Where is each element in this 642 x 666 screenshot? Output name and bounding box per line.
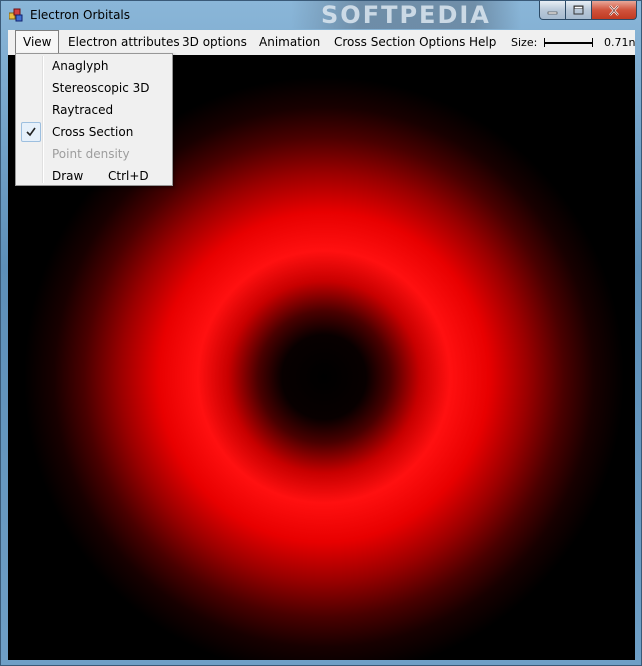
menu-animation[interactable]: Animation xyxy=(252,30,327,54)
maximize-button[interactable] xyxy=(566,1,592,20)
maximize-icon xyxy=(573,5,584,15)
scale-bar-tick-right xyxy=(592,38,593,47)
menu-item-point-density: Point density xyxy=(18,143,170,165)
menu-item-label: Raytraced xyxy=(52,103,114,117)
check-mark-box xyxy=(21,122,41,142)
size-label: Size: xyxy=(511,36,538,49)
menu-view[interactable]: View xyxy=(15,30,60,54)
menu-cross-section-options[interactable]: Cross Section Options xyxy=(327,30,472,54)
close-icon xyxy=(609,4,619,16)
scale-bar xyxy=(544,42,592,44)
app-window: Electron Orbitals SOFTPEDIA View Electro… xyxy=(0,0,642,666)
menu-electron-attributes[interactable]: Electron attributes xyxy=(61,30,187,54)
app-icon xyxy=(9,8,23,22)
menu-item-label: Cross Section xyxy=(52,125,134,139)
caption-buttons xyxy=(539,1,637,21)
menu-item-anaglyph[interactable]: Anaglyph xyxy=(18,55,170,77)
title-bar[interactable]: Electron Orbitals SOFTPEDIA xyxy=(1,1,641,29)
minimize-icon xyxy=(547,11,558,14)
menu-3d-options[interactable]: 3D options xyxy=(175,30,254,54)
menu-item-shortcut: Ctrl+D xyxy=(108,169,149,183)
menu-item-label: Anaglyph xyxy=(52,59,109,73)
menu-bar: View Electron attributes 3D options Anim… xyxy=(8,30,635,55)
menu-item-label: Draw xyxy=(52,169,84,183)
menu-item-cross-section[interactable]: Cross Section xyxy=(18,121,170,143)
menu-item-label: Point density xyxy=(52,147,130,161)
window-title: Electron Orbitals xyxy=(30,8,131,22)
minimize-button[interactable] xyxy=(539,1,566,20)
menu-item-stereoscopic-3d[interactable]: Stereoscopic 3D xyxy=(18,77,170,99)
close-button[interactable] xyxy=(592,1,637,20)
menu-item-label: Stereoscopic 3D xyxy=(52,81,150,95)
size-value: 0.71nm xyxy=(604,36,635,49)
menu-item-draw[interactable]: Draw Ctrl+D xyxy=(18,165,170,187)
view-menu-dropdown: Anaglyph Stereoscopic 3D Raytraced Cross… xyxy=(15,53,173,186)
menu-item-raytraced[interactable]: Raytraced xyxy=(18,99,170,121)
check-icon xyxy=(26,127,36,137)
menu-help[interactable]: Help xyxy=(462,30,503,54)
watermark: SOFTPEDIA xyxy=(291,1,521,29)
